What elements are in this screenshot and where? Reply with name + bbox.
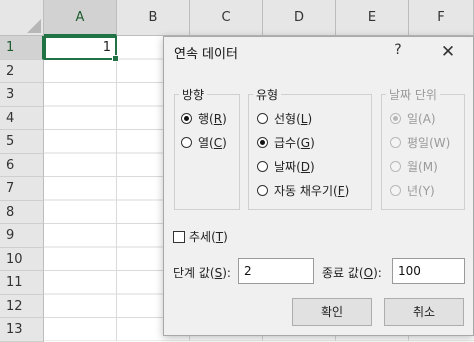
radio-indicator — [390, 113, 401, 124]
stop-value-input[interactable] — [392, 258, 465, 284]
column-header-e[interactable]: E — [336, 0, 409, 36]
type-linear-radio[interactable]: 선형(L) — [257, 110, 312, 127]
series-dialog: 연속 데이터 ? ✕ 방향 행(R) 열(C) 유형 선형(L) 급수(G) 날… — [163, 36, 474, 336]
radio-indicator — [257, 137, 268, 148]
radio-indicator — [257, 185, 268, 196]
cancel-button[interactable]: 취소 — [384, 298, 464, 326]
column-header-b[interactable]: B — [117, 0, 190, 36]
checkbox-box — [173, 230, 185, 243]
close-icon: ✕ — [440, 42, 456, 62]
row-header-2[interactable]: 2 — [0, 59, 44, 83]
row-header-1[interactable]: 1 — [0, 36, 44, 60]
row-header-9[interactable]: 9 — [0, 224, 44, 248]
type-autofill-radio[interactable]: 자동 채우기(F) — [257, 182, 349, 199]
row-header-5[interactable]: 5 — [0, 130, 44, 154]
column-header-c[interactable]: C — [190, 0, 263, 36]
date-unit-year-radio[interactable]: 년(Y) — [390, 182, 435, 199]
date-unit-legend: 날짜 단위 — [386, 86, 440, 103]
stop-value-label: 종료 값(O): — [322, 266, 382, 280]
row-header-4[interactable]: 4 — [0, 106, 44, 130]
direction-row-radio[interactable]: 행(R) — [181, 110, 227, 127]
type-group: 유형 선형(L) 급수(G) 날짜(D) 자동 채우기(F) — [248, 86, 372, 210]
step-value-input[interactable] — [238, 258, 314, 284]
help-button[interactable]: ? — [389, 42, 407, 62]
type-date-radio[interactable]: 날짜(D) — [257, 158, 315, 175]
select-all-triangle — [27, 19, 41, 33]
date-unit-weekday-radio[interactable]: 평일(W) — [390, 134, 450, 151]
row-header-13[interactable]: 13 — [0, 318, 44, 342]
row-header-8[interactable]: 8 — [0, 200, 44, 224]
cell-a1-value: 1 — [102, 40, 111, 55]
cell-a1[interactable]: 1 — [44, 36, 119, 62]
radio-indicator — [390, 161, 401, 172]
type-growth-radio[interactable]: 급수(G) — [257, 134, 315, 151]
radio-indicator — [181, 137, 192, 148]
date-unit-month-radio[interactable]: 월(M) — [390, 158, 438, 175]
row-header-11[interactable]: 11 — [0, 271, 44, 295]
row-headers: 1 2 3 4 5 6 7 8 9 10 11 12 13 — [0, 36, 44, 342]
select-all-corner[interactable] — [0, 0, 44, 36]
column-header-a[interactable]: A — [44, 0, 117, 36]
column-headers: A B C D E F — [44, 0, 474, 36]
row-header-3[interactable]: 3 — [0, 83, 44, 107]
radio-indicator — [181, 113, 192, 124]
dialog-title: 연속 데이터 — [174, 47, 238, 62]
step-value-label: 단계 값(S): — [173, 266, 231, 280]
date-unit-group: 날짜 단위 일(A) 평일(W) 월(M) 년(Y) — [381, 86, 465, 210]
radio-indicator — [390, 185, 401, 196]
direction-column-radio[interactable]: 열(C) — [181, 134, 227, 151]
trend-checkbox[interactable]: 추세(T) — [173, 228, 228, 245]
type-legend: 유형 — [253, 86, 282, 103]
radio-indicator — [257, 113, 268, 124]
column-header-f[interactable]: F — [409, 0, 474, 36]
radio-indicator — [257, 161, 268, 172]
row-header-7[interactable]: 7 — [0, 177, 44, 201]
ok-button[interactable]: 확인 — [292, 298, 372, 326]
row-header-10[interactable]: 10 — [0, 247, 44, 271]
row-header-6[interactable]: 6 — [0, 153, 44, 177]
fill-handle[interactable] — [112, 54, 119, 62]
direction-group: 방향 행(R) 열(C) — [174, 86, 240, 210]
direction-legend: 방향 — [179, 86, 208, 103]
close-button[interactable]: ✕ — [435, 40, 461, 64]
column-header-d[interactable]: D — [263, 0, 336, 36]
date-unit-day-radio[interactable]: 일(A) — [390, 110, 436, 127]
radio-indicator — [390, 137, 401, 148]
dialog-titlebar[interactable]: 연속 데이터 ? ✕ — [164, 37, 473, 67]
row-header-12[interactable]: 12 — [0, 294, 44, 318]
